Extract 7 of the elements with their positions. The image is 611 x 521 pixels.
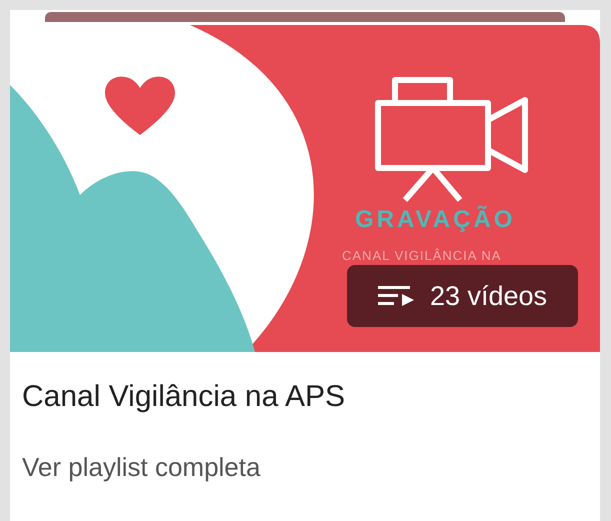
thumbnail-caption: CANAL VIGILÂNCIA NA <box>342 248 502 263</box>
playlist-title[interactable]: Canal Vigilância na APS <box>22 380 600 414</box>
thumbnail-heading: GRAVAÇÃO <box>355 206 516 233</box>
video-count: 23 vídeos <box>430 280 548 312</box>
video-camera-icon <box>375 77 528 203</box>
heart-icon <box>105 76 175 135</box>
view-playlist-link[interactable]: Ver playlist completa <box>22 452 600 483</box>
